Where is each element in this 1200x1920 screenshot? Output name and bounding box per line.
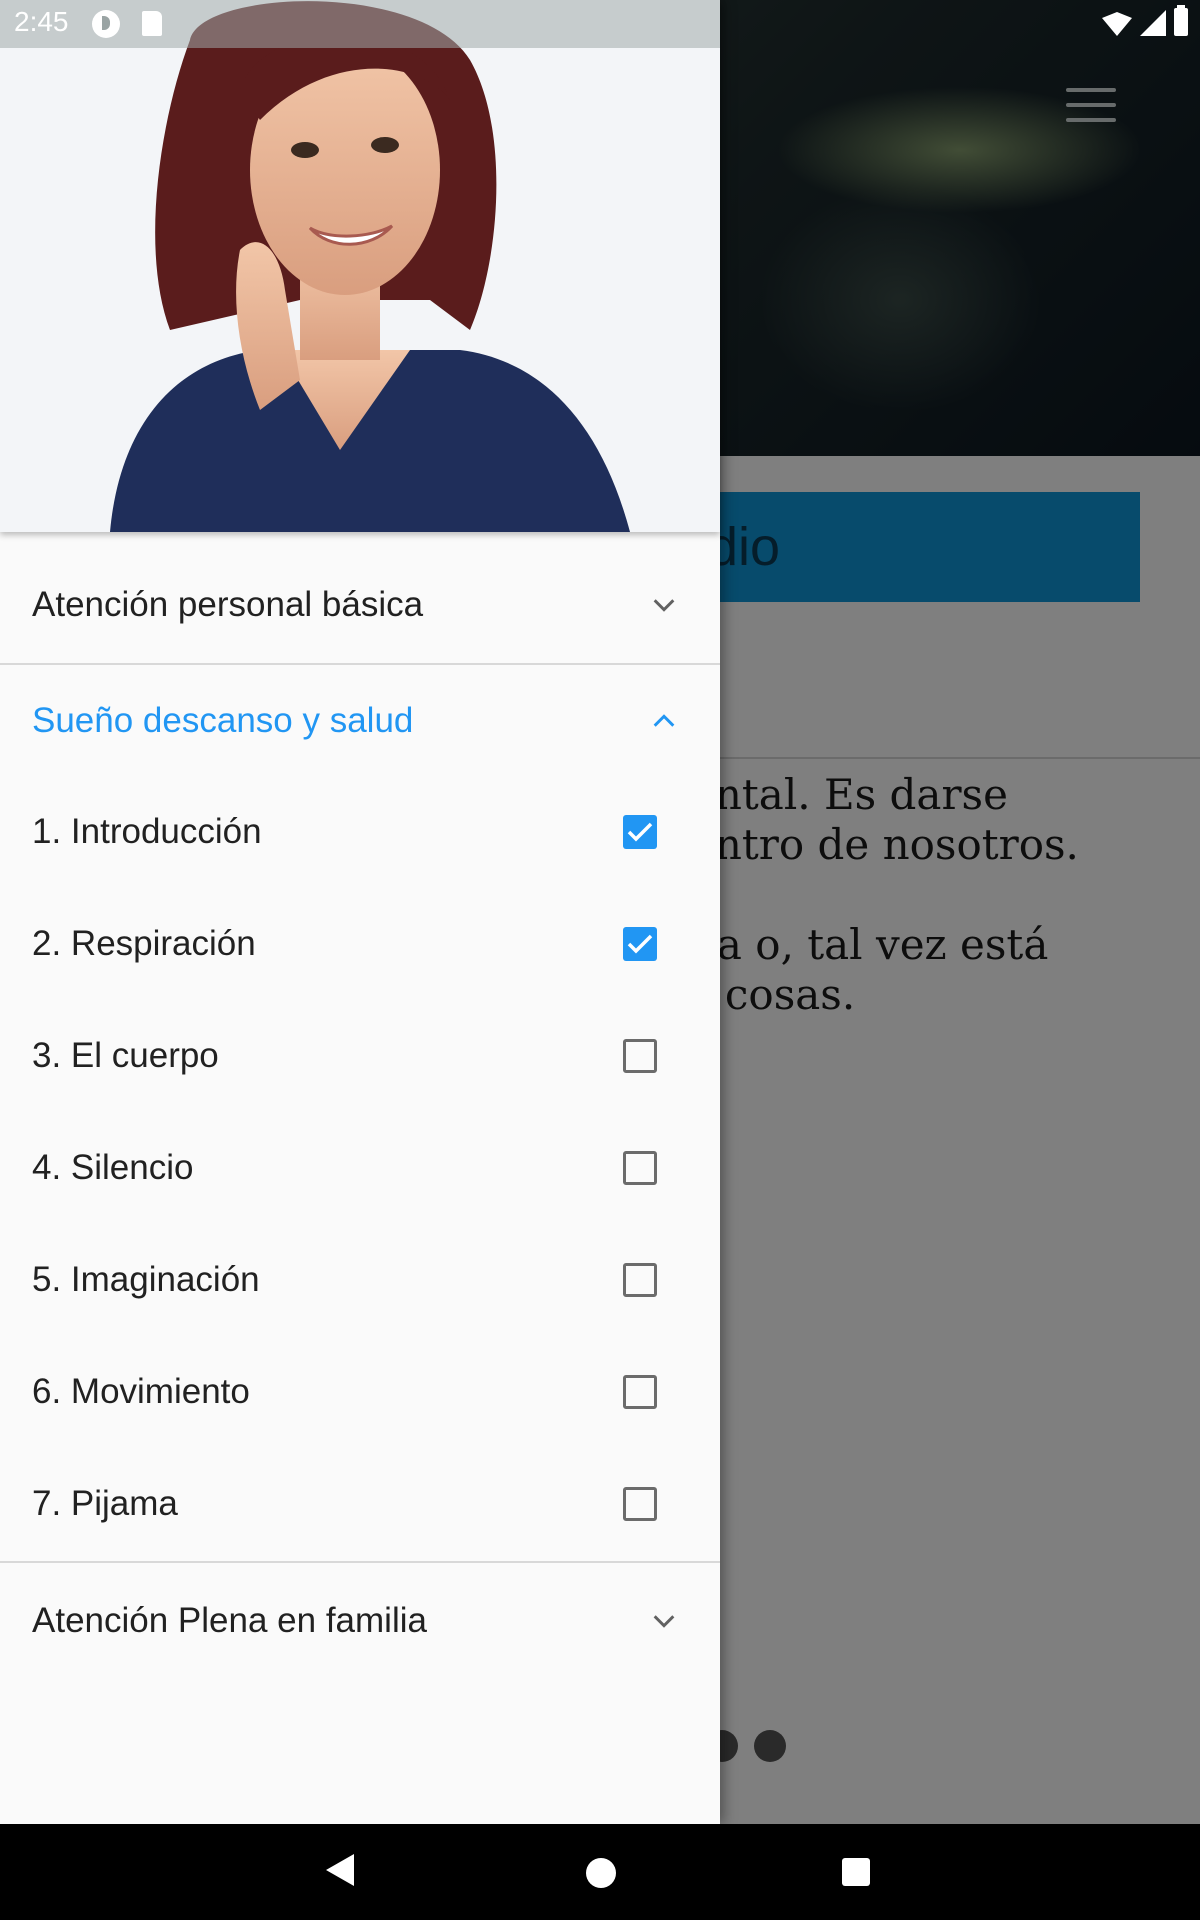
lesson-item[interactable]: 5. Imaginación: [0, 1224, 720, 1336]
lesson-checkbox[interactable]: [623, 1039, 657, 1073]
lesson-label: 5. Imaginación: [32, 1260, 260, 1299]
battery-icon: [1174, 5, 1188, 36]
section-atencion-plena-familia[interactable]: Atención Plena en familia: [0, 1566, 720, 1676]
lesson-label: 4. Silencio: [32, 1148, 194, 1187]
divider: [0, 1561, 720, 1563]
section-sueno-descanso[interactable]: Sueño descanso y salud: [0, 666, 720, 776]
section-title: Atención Plena en familia: [32, 1601, 427, 1640]
status-bar: 2:45: [0, 0, 1200, 48]
lesson-item[interactable]: 2. Respiración: [0, 888, 720, 1000]
portrait-photo: [0, 0, 720, 532]
lesson-item[interactable]: 1. Introducción: [0, 776, 720, 888]
lesson-checkbox[interactable]: [623, 1487, 657, 1521]
system-navigation-bar: [0, 1824, 1200, 1920]
status-time: 2:45: [14, 6, 69, 37]
home-icon[interactable]: [586, 1858, 616, 1888]
lesson-item[interactable]: 6. Movimiento: [0, 1336, 720, 1448]
drawer-header-photo: [0, 0, 720, 532]
lesson-checkbox[interactable]: [623, 1151, 657, 1185]
navigation-drawer: Atención personal básica Sueño descanso …: [0, 0, 720, 1824]
recents-icon[interactable]: [842, 1858, 870, 1886]
chevron-down-icon: [653, 1615, 675, 1628]
section-title: Sueño descanso y salud: [32, 701, 414, 740]
section-title: Atención personal básica: [32, 585, 424, 624]
lesson-label: 7. Pijama: [32, 1484, 178, 1523]
section-atencion-personal[interactable]: Atención personal básica: [0, 550, 720, 660]
lesson-label: 3. El cuerpo: [32, 1036, 219, 1075]
divider: [0, 663, 720, 665]
lesson-label: 6. Movimiento: [32, 1372, 250, 1411]
p-notification-icon: [92, 10, 120, 38]
wifi-icon: [1102, 12, 1132, 36]
lesson-label: 1. Introducción: [32, 812, 262, 851]
lesson-checkbox-checked[interactable]: [623, 927, 657, 961]
lesson-item[interactable]: 3. El cuerpo: [0, 1000, 720, 1112]
checkmark-icon: [627, 822, 653, 842]
chevron-up-icon: [653, 714, 675, 727]
checkmark-icon: [627, 934, 653, 954]
lesson-checkbox-checked[interactable]: [623, 815, 657, 849]
lesson-checkbox[interactable]: [623, 1263, 657, 1297]
lesson-label: 2. Respiración: [32, 924, 256, 963]
chevron-down-icon: [653, 599, 675, 612]
lesson-checkbox[interactable]: [623, 1375, 657, 1409]
lesson-item[interactable]: 4. Silencio: [0, 1112, 720, 1224]
back-icon[interactable]: [324, 1852, 356, 1888]
lesson-item[interactable]: 7. Pijama: [0, 1448, 720, 1560]
sd-card-icon: [142, 11, 162, 36]
signal-icon: [1140, 10, 1166, 36]
